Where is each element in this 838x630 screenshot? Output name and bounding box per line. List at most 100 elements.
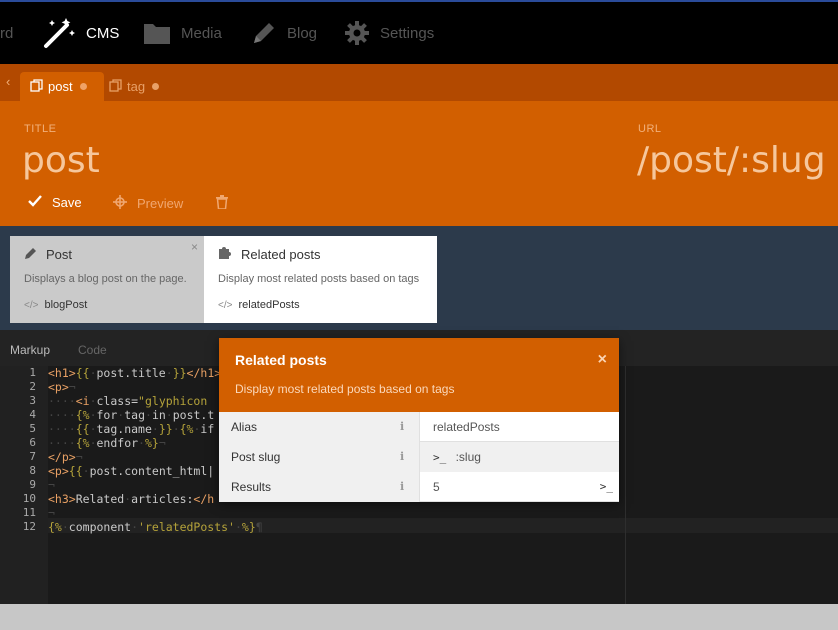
- component-title: Post: [46, 246, 73, 262]
- component-description: Displays a blog post on the page.: [24, 273, 187, 285]
- trash-icon: [216, 195, 228, 212]
- tab-markup[interactable]: Markup: [10, 343, 50, 357]
- nav-item-dashboard[interactable]: rd: [0, 2, 13, 64]
- terminal-icon: >_: [433, 451, 447, 464]
- tab-label: tag: [127, 79, 146, 94]
- code-line: ¬: [48, 506, 55, 520]
- terminal-icon[interactable]: >_: [600, 480, 613, 493]
- copy-icon: [30, 78, 43, 95]
- checkmark-icon: [28, 195, 42, 210]
- unsaved-dot-icon: [79, 83, 87, 90]
- code-line: ¬: [48, 478, 55, 492]
- info-icon[interactable]: i: [400, 420, 404, 433]
- magic-wand-icon: [42, 16, 76, 50]
- preview-button[interactable]: Preview: [113, 195, 183, 212]
- inspector-title: Related posts: [235, 352, 327, 368]
- line-number: 10: [22, 492, 36, 505]
- component-description: Display most related posts based on tags: [218, 273, 420, 285]
- nav-label-blog: Blog: [287, 24, 318, 42]
- component-title: Related posts: [241, 246, 321, 262]
- line-number: 8: [29, 464, 36, 477]
- page-tabstrip: ‹ post tag: [0, 64, 838, 101]
- nav-label-cms: CMS: [86, 24, 120, 42]
- component-alias: blogPost: [44, 299, 88, 311]
- component-card-related-posts[interactable]: Related posts Display most related posts…: [204, 236, 437, 323]
- folder-icon: [143, 21, 171, 45]
- puzzle-icon: [218, 245, 233, 263]
- code-icon: </>: [218, 299, 233, 311]
- nav-label-media: Media: [181, 24, 222, 42]
- tab-scroll-left-icon[interactable]: ‹: [6, 74, 10, 89]
- line-number: 9: [29, 478, 36, 491]
- pencil-icon: [251, 20, 277, 46]
- code-line: {%·component·'relatedPosts'·%}¶: [48, 520, 263, 534]
- code-line: </p>¬: [48, 450, 83, 464]
- property-label: Alias: [219, 412, 419, 442]
- inspector-header: Related posts Display most related posts…: [219, 338, 619, 412]
- remove-component-button[interactable]: ×: [191, 240, 198, 254]
- unsaved-dot-icon: [152, 83, 159, 90]
- line-number: 11: [22, 506, 36, 519]
- tab-tag[interactable]: tag: [99, 72, 169, 101]
- print-margin: [625, 366, 626, 604]
- save-button[interactable]: Save: [28, 195, 82, 210]
- components-panel: Post Displays a blog post on the page. <…: [0, 226, 838, 330]
- line-number: 2: [29, 380, 36, 393]
- title-input[interactable]: post: [22, 140, 100, 181]
- url-label: URL: [638, 123, 662, 135]
- save-label: Save: [52, 195, 82, 210]
- nav-item-media[interactable]: Media: [143, 2, 222, 64]
- results-input[interactable]: 5 >_: [419, 472, 619, 502]
- line-number: 4: [29, 408, 36, 421]
- nav-label-dashboard: rd: [0, 24, 14, 42]
- code-line: ····{{·tag.name·}}·{%·if: [48, 422, 215, 436]
- line-number: 3: [29, 394, 36, 407]
- nav-item-blog[interactable]: Blog: [251, 2, 317, 64]
- delete-button[interactable]: [216, 195, 228, 212]
- close-icon[interactable]: ×: [598, 351, 607, 369]
- code-line: ····<i·class="glyphicon: [48, 394, 208, 408]
- preview-label: Preview: [137, 196, 184, 211]
- code-line: ····{%·endfor·%}¬: [48, 436, 166, 450]
- alias-input[interactable]: relatedPosts: [419, 412, 619, 442]
- property-label: Results: [219, 472, 419, 502]
- line-number: 1: [29, 366, 36, 379]
- code-icon: </>: [24, 299, 39, 311]
- code-line: <p>¬: [48, 380, 76, 394]
- code-line: <h1>{{·post.title·}}</h1>: [48, 366, 222, 380]
- code-line: <h3>Related·articles:</h: [48, 492, 215, 506]
- inspector-row-post-slug: Post slug i >_ :slug: [219, 442, 619, 472]
- info-icon[interactable]: i: [400, 450, 404, 463]
- line-number: 7: [29, 450, 36, 463]
- nav-item-cms[interactable]: CMS: [42, 2, 119, 64]
- line-number: 12: [22, 520, 36, 533]
- copy-icon: [109, 78, 122, 95]
- pencil-icon: [24, 246, 38, 263]
- post-slug-input[interactable]: >_ :slug: [419, 442, 619, 472]
- line-number: 5: [29, 422, 36, 435]
- page-header: ‹ post tag TITLE post URL /post/:slug Sa…: [0, 64, 838, 226]
- tab-post[interactable]: post: [20, 72, 104, 101]
- code-line: ····{%·for·tag·in·post.t: [48, 408, 215, 422]
- inspector-row-results: Results i 5 >_: [219, 472, 619, 502]
- nav-label-settings: Settings: [380, 24, 435, 42]
- results-value: 5: [433, 480, 440, 494]
- crosshair-icon: [113, 195, 127, 212]
- tab-code[interactable]: Code: [78, 343, 107, 357]
- tab-label: post: [48, 79, 73, 94]
- top-navigation: rd CMS Media Blog Settings: [0, 0, 838, 64]
- inspector-description: Display most related posts based on tags: [235, 382, 455, 396]
- nav-item-settings[interactable]: Settings: [344, 2, 434, 64]
- component-inspector-popup: Related posts Display most related posts…: [219, 338, 619, 502]
- property-label: Post slug: [219, 442, 419, 472]
- post-slug-value: :slug: [455, 450, 481, 464]
- inspector-row-alias: Alias i relatedPosts: [219, 412, 619, 442]
- gear-icon: [344, 20, 370, 46]
- url-input[interactable]: /post/:slug: [637, 140, 826, 181]
- code-line: <p>{{·post.content_html|: [48, 464, 215, 478]
- title-label: TITLE: [24, 123, 57, 135]
- line-number: 6: [29, 436, 36, 449]
- status-bar: [0, 604, 838, 630]
- component-card-post[interactable]: Post Displays a blog post on the page. <…: [10, 236, 204, 323]
- info-icon[interactable]: i: [400, 480, 404, 493]
